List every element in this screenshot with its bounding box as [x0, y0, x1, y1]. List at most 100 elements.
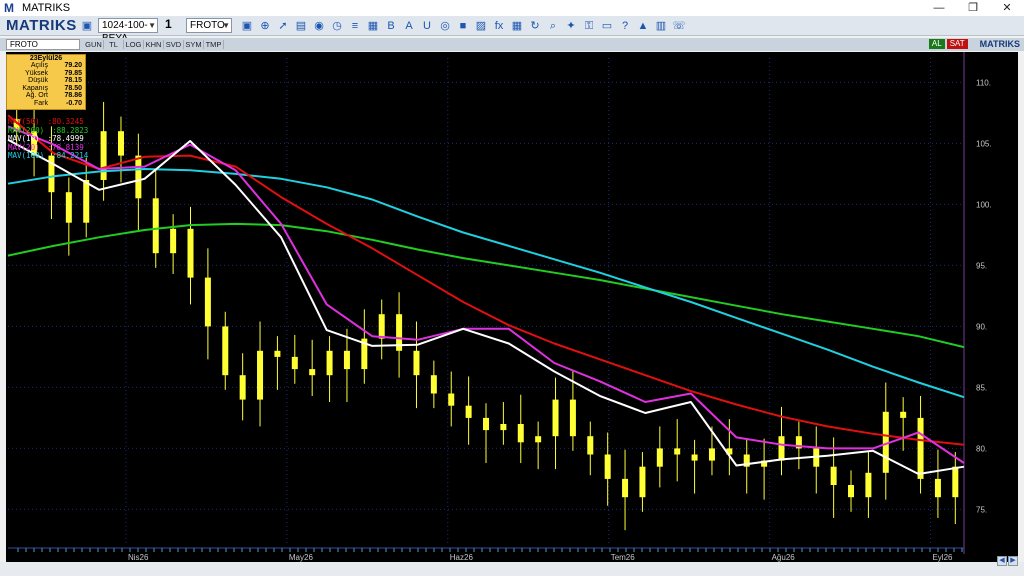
info-value: 79.85 [64, 69, 82, 77]
candle-body [639, 466, 646, 498]
ma-legend: MAV(50):80.3245 MAV(200):88.2823 MAV(10):7… [8, 117, 89, 161]
timeframe-log[interactable]: LOG [124, 40, 144, 49]
candle-body [587, 436, 594, 455]
font-color-icon[interactable]: A [402, 19, 416, 33]
layout-select[interactable]: 1024-100-BEYA▼ [98, 18, 158, 44]
chart-subbar: FROTO GUN TL LOG KHN SVD SYM TMP AL SAT MATRIK… [0, 38, 1024, 51]
price-chart[interactable]: 110. 105. 100. 95. 90. 85. 80. 75. Nis26 May26 Haz… [6, 52, 1018, 562]
candle-body [500, 424, 507, 431]
info-row: Ağ. Ort 78.86 [7, 92, 85, 100]
template-icon[interactable]: ▦ [366, 19, 380, 33]
candle-body [569, 399, 576, 437]
layout-number[interactable]: 1 [162, 18, 182, 33]
maximize-button[interactable]: ❐ [956, 0, 990, 16]
candle-body [100, 131, 107, 180]
sell-button[interactable]: SAT [946, 39, 968, 49]
candle-body [274, 350, 281, 357]
subbar-brand: MATRIKS [979, 39, 1020, 49]
zoom-icon[interactable]: ⊕ [258, 19, 272, 33]
photo-icon[interactable]: ▨ [474, 19, 488, 33]
candle-body [465, 405, 472, 418]
y-tick-label: 75. [976, 505, 987, 514]
help-icon[interactable]: ? [618, 19, 632, 33]
ma-value: :80.3245 [47, 117, 84, 126]
underline-icon[interactable]: U [420, 19, 434, 33]
info-label: Açılış [30, 62, 48, 69]
info-value: 79.20 [64, 62, 82, 69]
timeframe-sym[interactable]: SYM [184, 40, 204, 49]
timeframe-tl[interactable]: TL [104, 40, 124, 49]
search-icon[interactable]: ⌕ [546, 19, 560, 33]
candle-body [222, 326, 229, 376]
minimize-button[interactable]: — [922, 0, 956, 16]
candle-body [552, 399, 559, 437]
ma-value: :84.2214 [52, 151, 89, 160]
nav-left-icon[interactable]: ◀ [997, 556, 1007, 566]
refresh-icon[interactable]: ↻ [528, 19, 542, 33]
save-icon[interactable]: ▣ [80, 19, 94, 33]
candle-body [448, 393, 455, 406]
candle-body [117, 131, 124, 156]
nav-right-icon[interactable]: ▶ [1008, 556, 1018, 566]
bold-icon[interactable]: B [384, 19, 398, 33]
candle-body [430, 375, 437, 394]
window-title: MATRIKS [22, 2, 71, 14]
x-tick-label: Nis26 [128, 553, 149, 562]
clock-icon[interactable]: ◷ [330, 19, 344, 33]
timeframe-tmp[interactable]: TMP [204, 40, 224, 49]
candle-body [378, 314, 385, 339]
close-button[interactable]: ✕ [990, 0, 1024, 16]
circle-icon[interactable]: ◎ [438, 19, 452, 33]
timeframe-khn[interactable]: KHN [144, 40, 164, 49]
x-tick-label: Ağu26 [772, 553, 796, 562]
lock-icon[interactable]: ⚿ [582, 19, 596, 33]
price-chart-svg[interactable]: 110. 105. 100. 95. 90. 85. 80. 75. Nis26 May26 Haz… [6, 52, 1018, 562]
info-row: Yüksek 79.85 [7, 70, 85, 78]
subbar-right: AL SAT MATRIKS [928, 39, 1020, 49]
palette-icon[interactable]: ◉ [312, 19, 326, 33]
save-icon[interactable]: ▣ [240, 19, 254, 33]
candle-body [257, 350, 264, 400]
chart-type-icon[interactable]: ▤ [294, 19, 308, 33]
info-value: 78.50 [64, 84, 82, 92]
info-label: Fark [34, 99, 48, 107]
candle-body [656, 448, 663, 467]
list-icon[interactable]: ≡ [348, 19, 362, 33]
info-label: Ağ. Ort [25, 92, 48, 99]
stop-icon[interactable]: ■ [456, 19, 470, 33]
symbol-select[interactable]: FROTO ▼ [186, 18, 232, 33]
calc-icon[interactable]: ▥ [654, 19, 668, 33]
candle-body [535, 436, 542, 443]
buy-button[interactable]: AL [928, 39, 945, 49]
symbol-tab[interactable]: FROTO [6, 39, 80, 50]
twitter-icon[interactable]: ✦ [564, 19, 578, 33]
info-value: 78.86 [64, 92, 82, 99]
ma-value: :78.4999 [47, 134, 84, 143]
x-tick-label: May26 [289, 553, 314, 562]
candle-body [83, 180, 90, 223]
window-icon[interactable]: ▭ [600, 19, 614, 33]
candle-body [517, 424, 524, 443]
candle-body [952, 466, 959, 498]
toolbar-icon-row: ▣ ⊕ ➚ ▤ ◉ ◷ ≡ ▦ B A U ◎ ■ ▨ fx ▦ ↻ ⌕ ✦ ⚿ ▭? ▲ ▥ ☏ [238, 19, 688, 33]
ma-line [7, 114, 965, 446]
grid-icon[interactable]: ▦ [510, 19, 524, 33]
info-row: Kapanış 78.50 [7, 85, 85, 93]
info-date: 23Eylül26 [29, 55, 63, 62]
candle-body [778, 436, 785, 461]
timeframe-svd[interactable]: SVD [164, 40, 184, 49]
x-tick-label: Tem26 [611, 553, 636, 562]
candle-body [309, 369, 316, 376]
alert-icon[interactable]: ▲ [636, 19, 650, 33]
timeframe-gun[interactable]: GUN [84, 40, 104, 49]
candle-body [152, 198, 159, 254]
cursor-icon[interactable]: ➚ [276, 19, 290, 33]
phone-icon[interactable]: ☏ [672, 19, 686, 33]
ohlc-info-box: 23Eylül26 Açılış 79.20 Yüksek 79.85 Düşük 78.… [6, 54, 86, 110]
y-tick-label: 105. [976, 139, 992, 148]
candle-body [917, 417, 924, 479]
fx-icon[interactable]: fx [492, 19, 506, 33]
y-tick-label: 95. [976, 261, 987, 270]
x-tick-label: Haz26 [450, 553, 474, 562]
window-controls: — ❐ ✕ [922, 0, 1024, 16]
